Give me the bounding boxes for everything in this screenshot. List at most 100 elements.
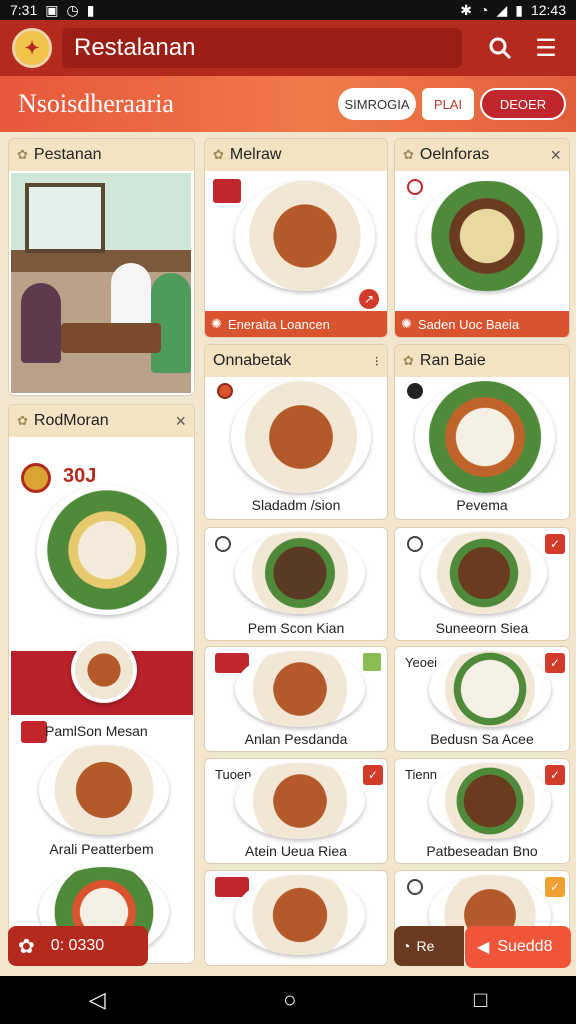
cart-button[interactable]: ✿ 0: 0330	[8, 926, 148, 966]
dish-image	[429, 651, 551, 727]
menu-feature-card[interactable]: ✿ RodMoran × 30J PamlSon Mesan Arali Pea…	[8, 404, 195, 964]
share-icon: ✿	[18, 935, 35, 958]
close-icon[interactable]: ×	[175, 411, 186, 432]
system-nav-bar: ◁ ○ □	[0, 976, 576, 1024]
menu-icon[interactable]: ☰	[528, 30, 564, 66]
seal-icon	[21, 463, 51, 493]
card-title: Oelnforas	[419, 146, 490, 163]
card-caption: Saden Uoc Baeia	[417, 316, 520, 332]
status-time: 7:31	[10, 2, 38, 18]
restaurant-logo[interactable]: ✦	[12, 28, 52, 68]
card-header: ✿ Melraw	[205, 139, 387, 171]
card-title: Ran Baie	[419, 352, 486, 369]
card-caption: Bedusn Sa Acee	[430, 731, 534, 747]
cart-total: 0: 0330	[50, 937, 105, 954]
recents-icon[interactable]: □	[474, 987, 487, 1013]
back-icon[interactable]: ◁	[89, 987, 106, 1013]
dish-card[interactable]: ✿ Oelnforas × ✺ Saden Uoc Baeia	[394, 138, 570, 338]
sd-icon: ▣	[45, 1, 59, 18]
search-icon[interactable]	[482, 30, 518, 66]
send-icon: ◀	[477, 939, 490, 956]
promo-banner: Nsoisdheraaria SIMROGIA PLAI DEOER	[0, 76, 576, 132]
flower-icon: ✿	[213, 147, 224, 162]
dish-card[interactable]: Tienn ✓ Patbeseadan Bno	[394, 758, 570, 864]
checkbox-icon[interactable]: ✓	[545, 877, 565, 897]
dish-card[interactable]	[204, 870, 388, 966]
filter-pill-plai[interactable]: PLAI	[422, 88, 474, 120]
dish-image	[417, 181, 557, 291]
gear-icon: ✺	[211, 316, 222, 331]
clock-icon: ◔	[402, 938, 411, 954]
card-header: ✿ RodMoran ×	[9, 405, 194, 437]
flower-icon: ✿	[17, 413, 28, 428]
signal-icon: ◢	[496, 1, 508, 18]
dish-card[interactable]: Pem Scon Kian	[204, 527, 388, 641]
download-icon: ▮	[86, 1, 95, 18]
card-header: ✿ Ran Baie	[395, 345, 569, 377]
select-radio[interactable]	[407, 383, 423, 399]
dish-image	[71, 637, 137, 703]
card-caption: Patbeseadan Bno	[426, 843, 538, 859]
bluetooth-icon: ✱	[460, 1, 472, 18]
card-caption: Sladadm /sion	[251, 497, 341, 513]
flower-icon: ✿	[403, 147, 414, 162]
caption-bar: ✺ Eneraita Loancen	[205, 311, 387, 337]
dish-card[interactable]: Anlan Pesdanda	[204, 646, 388, 752]
select-radio[interactable]	[407, 179, 423, 195]
reserve-button[interactable]: ◔ Re	[394, 926, 464, 966]
dish-card[interactable]: ✿ Melraw ↗ ✺ Eneraita Loancen	[204, 138, 388, 338]
dish-image	[235, 651, 365, 727]
card-header: ✿ Oelnforas ×	[395, 139, 569, 171]
checkbox-icon[interactable]: ✓	[545, 534, 565, 554]
dish-card[interactable]: Yeoei ✓ Bedusn Sa Acee	[394, 646, 570, 752]
battery-icon: ▮	[515, 1, 523, 18]
dish-card[interactable]: Onnabetak ⁝ Sladadm /sion	[204, 344, 388, 520]
card-header: Onnabetak ⁝	[205, 345, 387, 377]
select-radio[interactable]	[407, 879, 423, 895]
alarm-icon: ◷	[66, 1, 79, 18]
dish-image	[39, 745, 169, 835]
app-title: Restalanan	[62, 28, 462, 68]
flower-icon: ✿	[403, 353, 414, 368]
gear-icon: ✺	[401, 316, 412, 331]
home-icon[interactable]: ○	[283, 987, 296, 1013]
action-icon[interactable]: ↗	[359, 289, 379, 309]
card-caption: Anlan Pesdanda	[244, 731, 348, 747]
person-shape	[21, 283, 61, 363]
card-caption: Eneraita Loancen	[227, 316, 330, 332]
dish-card[interactable]: ✓ Suneeorn Siea	[394, 527, 570, 641]
app-bar: ✦ Restalanan ☰	[0, 20, 576, 76]
card-title: Pestanan	[33, 146, 102, 163]
select-radio[interactable]	[217, 383, 233, 399]
select-radio[interactable]	[215, 536, 231, 552]
status-bar: 7:31 ▣ ◷ ▮ ✱ ◔ ◢ ▮ 12:43	[0, 0, 576, 20]
dish-image	[231, 381, 371, 493]
table-shape	[61, 323, 161, 353]
filter-pill-simrogia[interactable]: SIMROGIA	[338, 88, 416, 120]
close-icon[interactable]: ×	[550, 145, 561, 166]
dish-image	[235, 875, 365, 955]
dish-image	[235, 763, 365, 839]
card-title: RodMoran	[33, 412, 109, 429]
send-label: Suedd8	[497, 938, 553, 955]
card-title: Onnabetak	[213, 352, 292, 369]
dish-card[interactable]: Tuoen ✓ Atein Ueua Riea	[204, 758, 388, 864]
filter-pill-deoer[interactable]: DEOER	[480, 88, 566, 120]
item-name: Arali Peatterbem	[49, 841, 154, 857]
select-radio[interactable]	[407, 536, 423, 552]
restaurant-photo-card[interactable]: ✿ Pestanan	[8, 138, 195, 396]
dish-image	[415, 381, 555, 493]
caption-bar: ✺ Saden Uoc Baeia	[395, 311, 569, 337]
checkbox-icon[interactable]: ✓	[363, 765, 383, 785]
checkbox-icon[interactable]: ✓	[545, 765, 565, 785]
send-button[interactable]: ◀ Suedd8	[465, 926, 571, 968]
dish-card[interactable]: ✿ Ran Baie Pevema	[394, 344, 570, 520]
dish-image	[421, 532, 547, 614]
item-name: PamlSon Mesan	[45, 723, 148, 739]
card-caption: Suneeorn Siea	[435, 620, 529, 636]
card-title: Melraw	[229, 146, 282, 163]
flower-icon: ✿	[17, 147, 28, 162]
more-icon[interactable]: ⁝	[375, 353, 379, 370]
checkbox-icon[interactable]: ✓	[545, 653, 565, 673]
card-header: ✿ Pestanan	[9, 139, 194, 171]
